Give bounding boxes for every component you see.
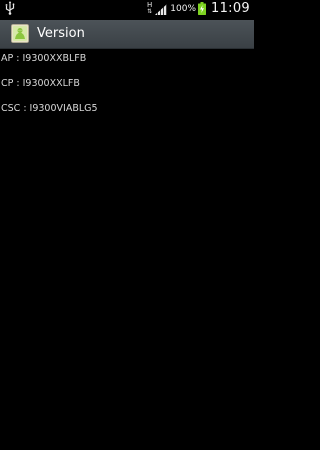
usb-icon bbox=[5, 1, 15, 15]
status-bar: H ⇅ 100% 11:09 bbox=[0, 0, 254, 17]
battery-charging-icon bbox=[198, 2, 207, 15]
version-csc: CSC : I9300VIABLG5 bbox=[1, 103, 98, 114]
signal-icon bbox=[155, 4, 168, 15]
action-bar: Version bbox=[0, 20, 254, 49]
network-arrows-icon: ⇅ bbox=[147, 8, 153, 15]
android-app-icon[interactable] bbox=[11, 24, 29, 43]
page-title: Version bbox=[37, 26, 85, 41]
status-clock: 11:09 bbox=[211, 1, 250, 16]
version-cp: CP : I9300XXLFB bbox=[1, 78, 80, 89]
battery-percent: 100% bbox=[170, 3, 197, 14]
network-type-indicator: H ⇅ bbox=[147, 2, 152, 15]
version-ap: AP : I9300XXBLFB bbox=[1, 53, 87, 64]
